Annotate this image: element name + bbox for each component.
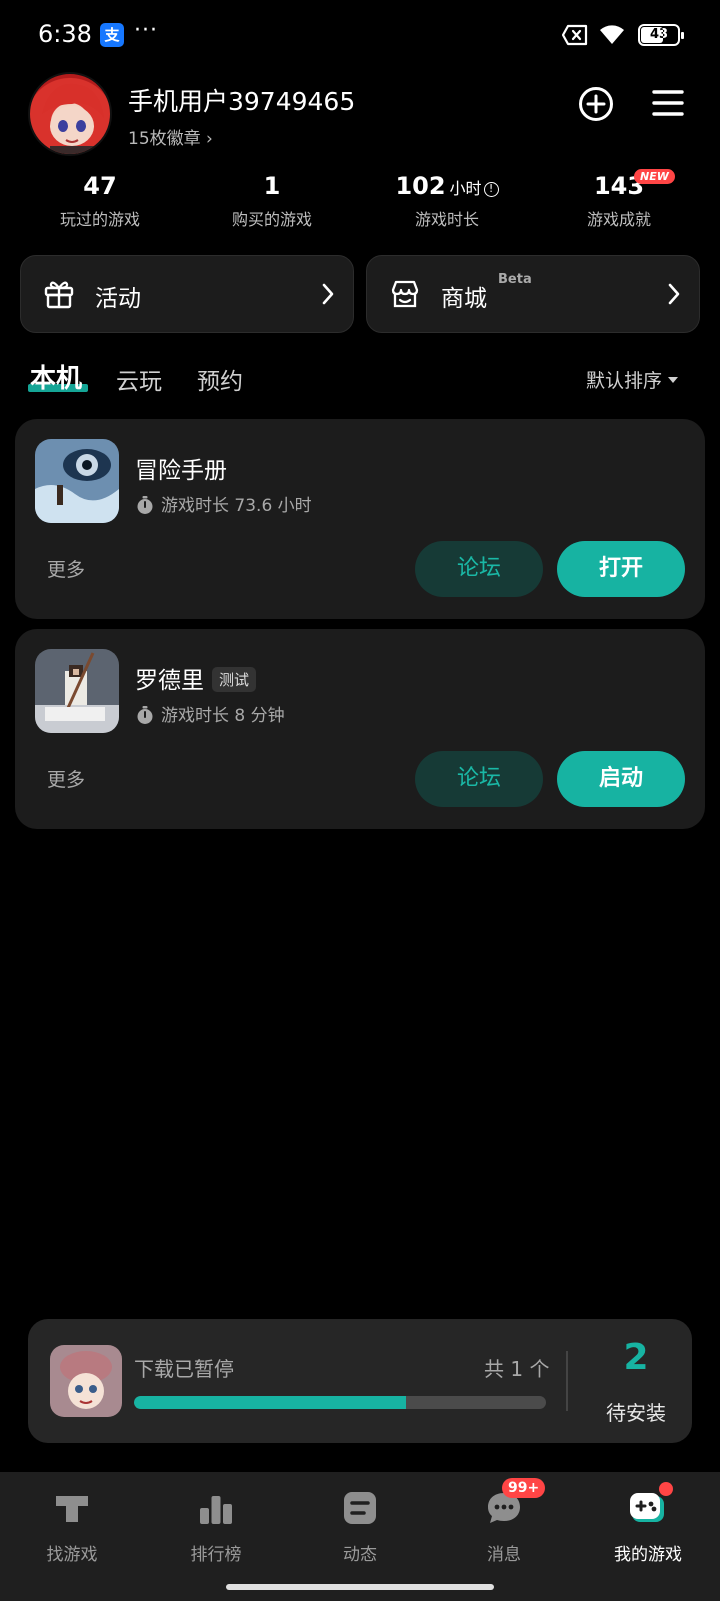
info-icon[interactable]: ! xyxy=(483,182,499,197)
pending-install-count[interactable]: 2 xyxy=(588,1337,684,1378)
tab-cloud[interactable]: 云玩 xyxy=(116,362,162,396)
gift-icon xyxy=(44,281,74,309)
more-notifications-icon: ··· xyxy=(134,18,158,43)
wifi-icon xyxy=(600,25,624,44)
battery-icon: 43 xyxy=(638,24,684,46)
nav-label: 找游戏 xyxy=(46,1545,98,1565)
launch-button[interactable]: 启动 xyxy=(557,751,685,807)
stat-unit: 小时 xyxy=(449,179,482,198)
nav-ranking[interactable]: 排行榜 xyxy=(144,1488,288,1565)
download-progress-bar xyxy=(134,1396,546,1409)
nav-label: 动态 xyxy=(343,1545,377,1565)
store-icon xyxy=(391,280,419,308)
avatar-image xyxy=(42,83,104,154)
chevron-right-icon xyxy=(322,283,334,305)
game-title: 冒险手册 xyxy=(135,451,227,485)
ranking-icon xyxy=(200,1496,232,1524)
nav-label: 排行榜 xyxy=(190,1545,242,1565)
stopwatch-icon xyxy=(137,706,153,724)
more-button[interactable]: 更多 xyxy=(47,555,85,582)
game-card[interactable]: 冒险手册 游戏时长 73.6 小时 更多 论坛 打开 xyxy=(15,419,705,619)
add-circle-icon[interactable] xyxy=(578,86,614,122)
activity-card[interactable]: 活动 xyxy=(20,255,354,333)
stat-value: 1 xyxy=(263,172,281,200)
game-title: 罗德里 测试 xyxy=(135,661,257,695)
sort-label: 默认排序 xyxy=(586,370,663,392)
store-card[interactable]: 商城 Beta xyxy=(366,255,700,333)
store-label: 商城 xyxy=(441,286,487,312)
status-time: 6:38 xyxy=(38,20,92,48)
forum-button[interactable]: 论坛 xyxy=(415,751,543,807)
chevron-right-icon xyxy=(668,283,680,305)
status-bar: 6:38 支 ··· 43 xyxy=(0,0,720,70)
forum-button[interactable]: 论坛 xyxy=(415,541,543,597)
nav-label: 我的游戏 xyxy=(614,1545,682,1565)
game-name: 罗德里 xyxy=(135,668,204,694)
more-button[interactable]: 更多 xyxy=(47,765,85,792)
download-status: 下载已暂停 xyxy=(134,1357,234,1381)
menu-icon[interactable] xyxy=(651,86,685,120)
game-name: 冒险手册 xyxy=(135,458,227,484)
caret-down-icon xyxy=(668,377,679,383)
avatar[interactable] xyxy=(28,72,112,156)
tab-local[interactable]: 本机 xyxy=(30,358,82,395)
badges-link[interactable]: 15枚徽章 › xyxy=(128,124,213,149)
username[interactable]: 手机用户39749465 xyxy=(128,82,355,118)
stat-achievements[interactable]: 143 游戏成就 xyxy=(534,172,704,230)
stat-value: 47 xyxy=(83,172,117,200)
playtime-text: 游戏时长 8 分钟 xyxy=(161,706,285,726)
nav-my-games[interactable]: 我的游戏 xyxy=(576,1488,720,1565)
download-game-icon xyxy=(50,1345,122,1417)
find-games-icon xyxy=(56,1496,88,1522)
home-indicator[interactable] xyxy=(226,1584,494,1590)
game-icon xyxy=(35,649,119,733)
game-icon xyxy=(35,439,119,523)
activity-label: 活动 xyxy=(95,286,141,312)
stat-label: 游戏成就 xyxy=(586,210,651,229)
nav-feed[interactable]: 动态 xyxy=(288,1488,432,1565)
store-beta-tag: Beta xyxy=(498,272,532,287)
stat-playtime[interactable]: 102 小时! 游戏时长 xyxy=(362,172,532,230)
game-card[interactable]: 罗德里 测试 游戏时长 8 分钟 更多 论坛 启动 xyxy=(15,629,705,829)
download-progress-fill xyxy=(134,1396,406,1409)
stat-label: 游戏时长 xyxy=(414,210,479,229)
nav-find-games[interactable]: 找游戏 xyxy=(0,1488,144,1565)
divider xyxy=(566,1351,568,1411)
alipay-icon: 支 xyxy=(100,23,124,47)
download-panel[interactable]: 下载已暂停 共 1 个 2 待安装 xyxy=(28,1319,692,1443)
nav-messages[interactable]: 消息 xyxy=(432,1488,576,1565)
game-playtime: 游戏时长 73.6 小时 xyxy=(135,491,312,516)
sort-dropdown[interactable]: 默认排序 xyxy=(586,366,679,393)
stat-value: 102 xyxy=(395,172,446,200)
no-sim-icon xyxy=(562,24,588,46)
download-game-artwork xyxy=(50,1345,122,1417)
open-button[interactable]: 打开 xyxy=(557,541,685,597)
stat-played-games[interactable]: 47 玩过的游戏 xyxy=(15,172,185,230)
pixel-game-artwork xyxy=(35,649,119,733)
message-count-badge: 99+ xyxy=(502,1478,546,1498)
adventure-game-artwork xyxy=(35,439,119,523)
game-playtime: 游戏时长 8 分钟 xyxy=(135,701,285,726)
new-badge: NEW xyxy=(634,169,675,184)
download-count: 共 1 个 xyxy=(484,1357,550,1381)
test-tag: 测试 xyxy=(212,667,257,692)
tab-reservation[interactable]: 预约 xyxy=(197,362,243,396)
nav-label: 消息 xyxy=(487,1545,521,1565)
battery-percent: 43 xyxy=(649,27,669,42)
bottom-nav: 找游戏 排行榜 动态 消息 我的游戏 xyxy=(0,1472,720,1601)
stat-purchased-games[interactable]: 1 购买的游戏 xyxy=(187,172,357,230)
notification-dot xyxy=(659,1482,673,1496)
pending-install-label[interactable]: 待安装 xyxy=(588,1397,684,1426)
feed-icon xyxy=(344,1492,376,1524)
stat-label: 购买的游戏 xyxy=(231,210,312,229)
stat-label: 玩过的游戏 xyxy=(59,210,140,229)
playtime-text: 游戏时长 73.6 小时 xyxy=(161,496,312,516)
stopwatch-icon xyxy=(137,496,153,514)
